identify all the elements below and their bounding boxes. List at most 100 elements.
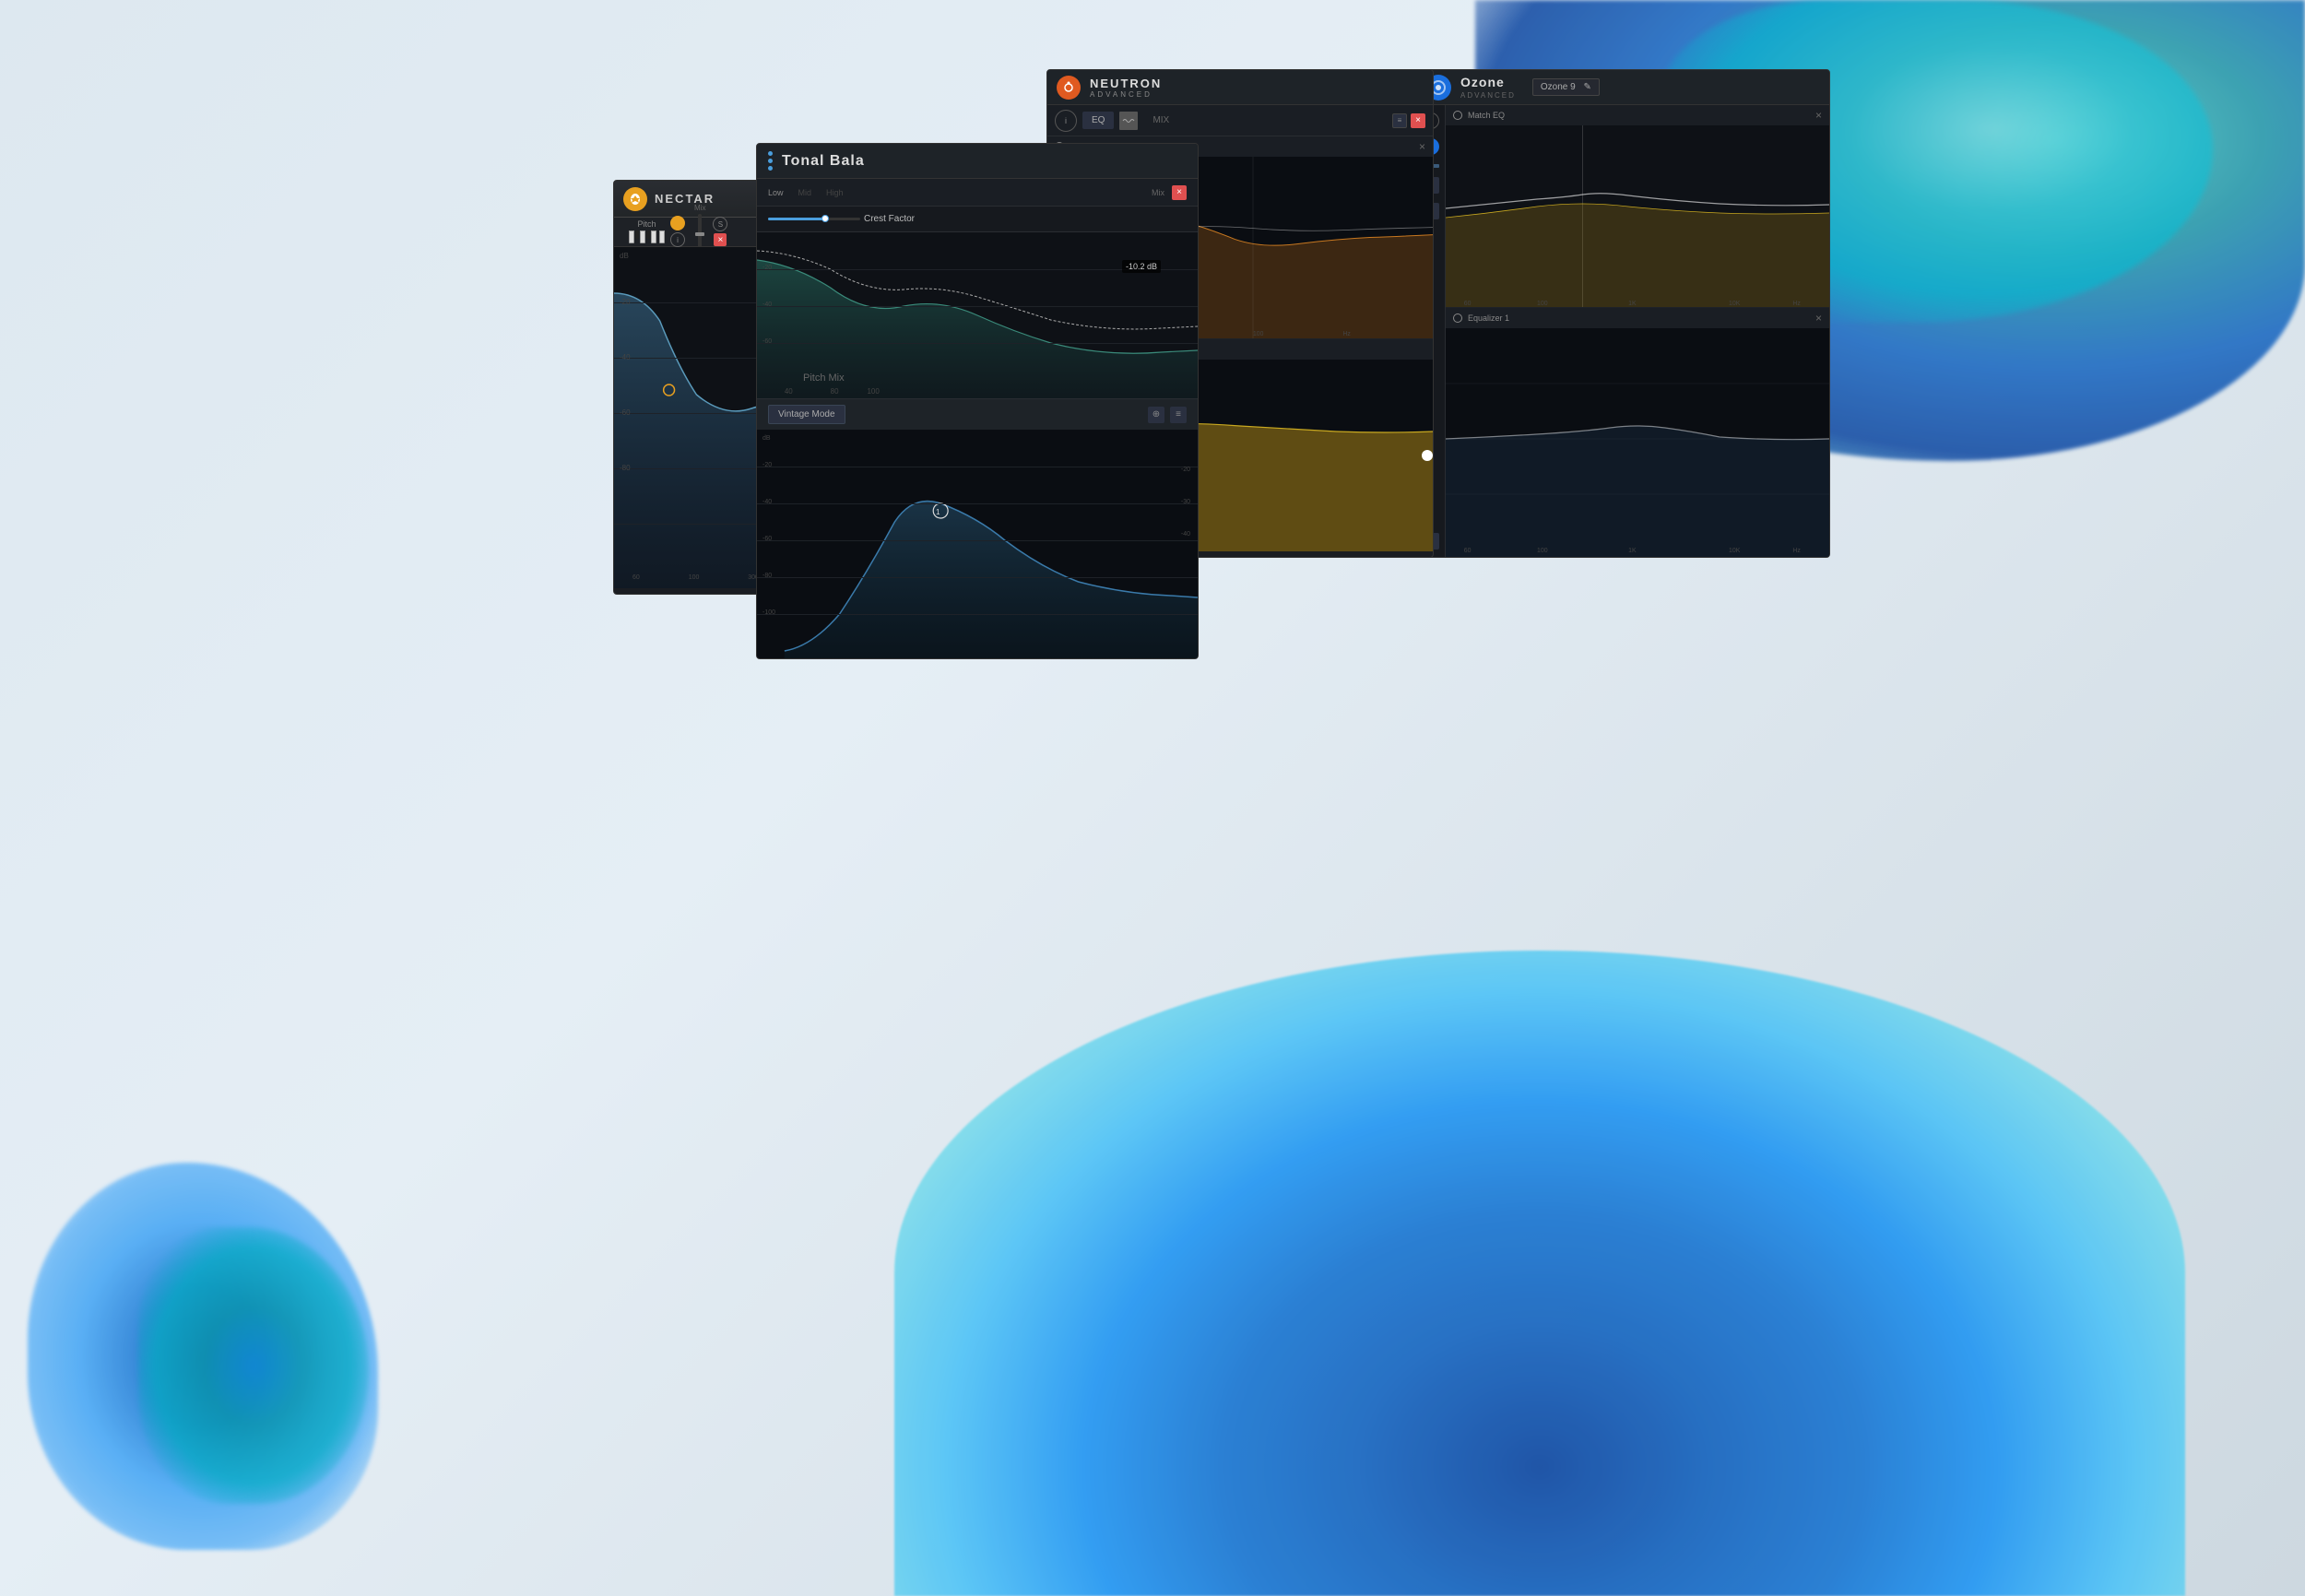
panel-close-icon-1: × bbox=[1419, 140, 1425, 153]
panel-close-1[interactable]: × bbox=[1419, 138, 1425, 155]
ozone-window: Ozone ADVANCED Ozone 9 ✎ bbox=[1415, 69, 1830, 558]
crest-slider[interactable] bbox=[768, 218, 860, 220]
tonal-db-60: -60 bbox=[762, 338, 772, 345]
info-button[interactable]: i bbox=[670, 232, 685, 247]
tonal-right-controls: Mix × bbox=[1152, 185, 1187, 200]
vintage-icon-1[interactable]: ⊕ bbox=[1148, 407, 1164, 423]
svg-text:100: 100 bbox=[1537, 301, 1548, 307]
svg-text:Hz: Hz bbox=[1343, 331, 1352, 337]
bottom-grid-5 bbox=[757, 614, 1198, 615]
close-icon: × bbox=[718, 235, 724, 245]
piano-keyboard bbox=[629, 231, 665, 243]
tonal-db-20: -20 bbox=[762, 265, 772, 271]
pitch-mix-display: Pitch Mix bbox=[803, 372, 845, 380]
db-label-top: dB bbox=[620, 252, 629, 260]
mix-slider-thumb bbox=[695, 232, 704, 236]
bottom-db-label: dB bbox=[762, 435, 771, 442]
settings-button[interactable]: S bbox=[713, 217, 727, 231]
svg-text:60: 60 bbox=[1464, 301, 1472, 307]
ozone-eq1-label: Equalizer 1 bbox=[1468, 313, 1509, 323]
freq-zone-low[interactable]: Low bbox=[768, 188, 784, 197]
tonal-title: Tonal Bala bbox=[782, 153, 865, 170]
neutron-logo bbox=[1057, 76, 1081, 100]
svg-text:1K: 1K bbox=[1628, 301, 1637, 307]
ink-splash-bottom-center bbox=[894, 951, 2185, 1596]
db-label-20: -20 bbox=[620, 298, 631, 306]
neutron-right-controls: ≡ × bbox=[1392, 113, 1425, 128]
bottom-eq-svg: 1 -40 80 100 200 400 600 1K 2K 4K 8K bbox=[757, 430, 1198, 659]
ozone-top-panel: Match EQ × bbox=[1446, 105, 1829, 308]
ozone-header: Ozone ADVANCED Ozone 9 ✎ bbox=[1416, 70, 1829, 105]
pitch-mix-title-label: Pitch Mix bbox=[803, 372, 845, 384]
vintage-icon-2-symbol: ≡ bbox=[1176, 409, 1181, 420]
ozone-preset-edit[interactable]: ✎ bbox=[1583, 82, 1590, 92]
tonal-balance-window: Tonal Bala Low Mid High Mix × Crest Fact… bbox=[756, 143, 1199, 659]
svg-text:10K: 10K bbox=[1729, 548, 1741, 554]
pitch-section: Pitch bbox=[629, 219, 665, 243]
bottom-db-m40: -40 bbox=[762, 499, 772, 505]
slider-area: Crest Factor bbox=[768, 214, 915, 224]
ozone-panel-header-1: Match EQ × bbox=[1446, 105, 1829, 125]
neutron-settings-icon: ≡ bbox=[1398, 116, 1402, 124]
vintage-mode-icons: ⊕ ≡ bbox=[1148, 407, 1187, 423]
neutron-mix-btn[interactable]: MIX bbox=[1143, 112, 1178, 129]
tonal-grid-3 bbox=[757, 343, 1198, 344]
tonal-close-icon: × bbox=[1176, 187, 1182, 197]
freq-zone-high[interactable]: High bbox=[826, 188, 844, 197]
svg-text:1K: 1K bbox=[1628, 548, 1637, 554]
bottom-grid-2 bbox=[757, 503, 1198, 504]
extra-controls: S × bbox=[713, 217, 727, 246]
ozone-subtitle: ADVANCED bbox=[1460, 91, 1516, 100]
svg-text:80: 80 bbox=[831, 387, 839, 396]
svg-text:100: 100 bbox=[1537, 548, 1548, 554]
tonal-dots bbox=[768, 151, 773, 171]
crest-slider-fill bbox=[768, 218, 823, 220]
ozone-panel-close-1[interactable]: × bbox=[1815, 107, 1822, 124]
neutron-close-btn[interactable]: × bbox=[1411, 113, 1425, 128]
ozone-logo-dot bbox=[1436, 85, 1441, 90]
right-db-m30: -30 bbox=[1181, 499, 1190, 505]
neutron-header: NEUTRON ADVANCED bbox=[1047, 70, 1433, 105]
close-button[interactable]: × bbox=[714, 233, 727, 246]
mix-btn-label[interactable]: Mix bbox=[1152, 188, 1164, 197]
db-label-40: -40 bbox=[620, 353, 631, 361]
freq-zone-mid[interactable]: Mid bbox=[798, 188, 812, 197]
bottom-grid-4 bbox=[757, 577, 1198, 578]
tonal-close-button[interactable]: × bbox=[1172, 185, 1187, 200]
svg-text:40: 40 bbox=[785, 387, 793, 396]
ozone-main-area: Match EQ × bbox=[1446, 105, 1829, 557]
neutron-info-icon: i bbox=[1065, 116, 1067, 125]
power-button[interactable] bbox=[670, 216, 685, 231]
ozone-eq-display-1: 60 100 1K 10K Hz bbox=[1446, 125, 1829, 308]
neutron-eq-btn[interactable]: EQ bbox=[1082, 112, 1114, 129]
tonal-controls-bar: Crest Factor bbox=[757, 207, 1198, 232]
vintage-icon-2[interactable]: ≡ bbox=[1170, 407, 1187, 423]
neutron-eq-icon[interactable] bbox=[1119, 112, 1138, 130]
pitch-label: Pitch bbox=[637, 219, 656, 229]
tonal-curve-area: -20 -40 -60 40 80 100 bbox=[757, 232, 1198, 398]
vintage-mode-button[interactable]: Vintage Mode bbox=[768, 405, 845, 424]
right-db-m20: -20 bbox=[1181, 467, 1190, 473]
ozone-eq-svg-1: 60 100 1K 10K Hz bbox=[1446, 125, 1829, 308]
db-label-80: -80 bbox=[620, 464, 631, 472]
svg-text:100: 100 bbox=[1253, 331, 1264, 337]
power-btn-group: i bbox=[670, 216, 685, 247]
svg-text:1: 1 bbox=[936, 508, 940, 516]
svg-text:60: 60 bbox=[1464, 548, 1472, 554]
neutron-icon-btn[interactable]: i bbox=[1055, 110, 1077, 132]
piano-key-white-3 bbox=[651, 231, 656, 243]
tonal-freq-tabs: Low Mid High Mix × bbox=[757, 179, 1198, 207]
neutron-module-bar: i EQ MIX ≡ × bbox=[1047, 105, 1433, 136]
ozone-panel-close-icon-2: × bbox=[1815, 312, 1822, 325]
svg-text:100: 100 bbox=[868, 387, 881, 396]
ozone-match-eq-label: Match EQ bbox=[1468, 111, 1505, 120]
db-label-60: -60 bbox=[620, 408, 631, 417]
ozone-title: Ozone bbox=[1460, 75, 1505, 89]
neutron-close-icon: × bbox=[1415, 115, 1421, 125]
ozone-panel-close-2[interactable]: × bbox=[1815, 310, 1822, 326]
neutron-settings-btn[interactable]: ≡ bbox=[1392, 113, 1407, 128]
neutron-title: NEUTRON bbox=[1090, 77, 1162, 90]
bottom-db-m60: -60 bbox=[762, 536, 772, 542]
ozone-preset-name: Ozone 9 bbox=[1541, 82, 1576, 92]
svg-text:10K: 10K bbox=[1729, 301, 1741, 307]
